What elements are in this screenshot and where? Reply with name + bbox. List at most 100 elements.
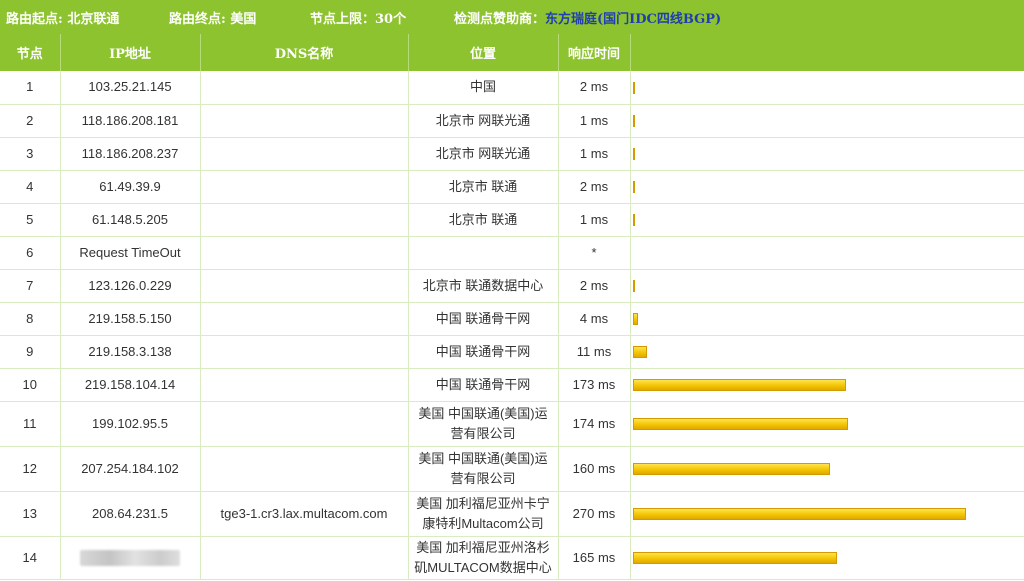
- col-header-ip: IP地址: [60, 34, 201, 71]
- dns-cell: [200, 269, 409, 303]
- ip-cell: 199.102.95.5: [60, 401, 201, 447]
- response-time-cell: 1 ms: [558, 203, 631, 237]
- table-body: 1 103.25.21.145 中国 2 ms 2 118.186.208.181 北京市 …: [0, 71, 1024, 580]
- latency-bar: [632, 379, 846, 392]
- sponsor-detail-link[interactable]: (国门IDC四线BGP): [597, 12, 721, 27]
- table-row: 1 103.25.21.145 中国 2 ms: [0, 71, 1024, 105]
- node-cell: 4: [0, 170, 61, 204]
- location-cell: [408, 236, 559, 270]
- route-start: 路由起点: 北京联通: [6, 11, 120, 27]
- location-cell: 中国: [408, 71, 559, 105]
- response-time-cell: 2 ms: [558, 170, 631, 204]
- ip-cell: 207.254.184.102: [60, 446, 201, 492]
- latency-bar-cell: [630, 446, 1024, 492]
- latency-bar: [632, 214, 635, 227]
- location-cell: 北京市 网联光通: [408, 137, 559, 171]
- table-row: 6 Request TimeOut *: [0, 236, 1024, 270]
- location-cell: 北京市 网联光通: [408, 104, 559, 138]
- response-time-cell: 2 ms: [558, 269, 631, 303]
- dns-cell: [200, 446, 409, 492]
- ip-cell: [60, 536, 201, 580]
- node-cell: 7: [0, 269, 61, 303]
- dns-cell: [200, 368, 409, 402]
- ip-cell: 61.148.5.205: [60, 203, 201, 237]
- dns-cell: [200, 104, 409, 138]
- col-header-response-time: 响应时间: [558, 34, 631, 71]
- node-cell: 14: [0, 536, 61, 580]
- route-summary-bar: 路由起点: 北京联通 路由终点: 美国 节点上限：30个 检测点赞助商：东方瑞庭…: [0, 0, 1024, 34]
- latency-bar-cell: [630, 302, 1024, 336]
- location-cell: 北京市 联通: [408, 170, 559, 204]
- dns-cell: [200, 170, 409, 204]
- ip-cell: Request TimeOut: [60, 236, 201, 270]
- response-time-cell: 160 ms: [558, 446, 631, 492]
- dns-cell: [200, 401, 409, 447]
- table-row: 8 219.158.5.150 中国 联通骨干网 4 ms: [0, 302, 1024, 336]
- col-header-dns: DNS名称: [200, 34, 409, 71]
- response-time-cell: 174 ms: [558, 401, 631, 447]
- location-cell: 美国 加利福尼亚州卡宁康特利Multacom公司: [408, 491, 559, 537]
- latency-bar: [632, 552, 837, 565]
- latency-bar: [632, 346, 647, 359]
- latency-bar: [632, 81, 635, 94]
- table-row: 13 208.64.231.5 tge3-1.cr3.lax.multacom.co…: [0, 491, 1024, 537]
- table-row: 5 61.148.5.205 北京市 联通 1 ms: [0, 203, 1024, 237]
- redacted-ip: [80, 550, 180, 567]
- latency-bar-cell: [630, 368, 1024, 402]
- latency-bar-cell: [630, 203, 1024, 237]
- node-cell: 5: [0, 203, 61, 237]
- node-cell: 9: [0, 335, 61, 369]
- dns-cell: [200, 203, 409, 237]
- latency-bar-cell: [630, 104, 1024, 138]
- latency-bar: [632, 280, 635, 293]
- table-row: 3 118.186.208.237 北京市 网联光通 1 ms: [0, 137, 1024, 171]
- ip-cell: 61.49.39.9: [60, 170, 201, 204]
- latency-bar: [632, 148, 635, 161]
- node-cell: 2: [0, 104, 61, 138]
- latency-bar-cell: [630, 335, 1024, 369]
- table-row: 14 美国 加利福尼亚州洛杉矶MULTACOM数据中心 165 ms: [0, 536, 1024, 580]
- node-cell: 3: [0, 137, 61, 171]
- ip-cell: 123.126.0.229: [60, 269, 201, 303]
- node-cell: 11: [0, 401, 61, 447]
- node-limit: 节点上限：30个: [310, 11, 407, 27]
- col-header-node: 节点: [0, 34, 61, 71]
- node-cell: 1: [0, 71, 61, 105]
- node-cell: 8: [0, 302, 61, 336]
- latency-bar-cell: [630, 269, 1024, 303]
- ip-cell: 219.158.5.150: [60, 302, 201, 336]
- ip-cell: 219.158.104.14: [60, 368, 201, 402]
- sponsor-label: 检测点赞助商：: [454, 11, 546, 27]
- route-end: 路由终点: 美国: [169, 11, 257, 27]
- latency-bar-cell: [630, 401, 1024, 447]
- table-row: 7 123.126.0.229 北京市 联通数据中心 2 ms: [0, 269, 1024, 303]
- sponsor-link[interactable]: 东方瑞庭: [545, 12, 597, 27]
- table-row: 4 61.49.39.9 北京市 联通 2 ms: [0, 170, 1024, 204]
- latency-bar: [632, 463, 830, 476]
- location-cell: 中国 联通骨干网: [408, 335, 559, 369]
- response-time-cell: 1 ms: [558, 104, 631, 138]
- node-cell: 10: [0, 368, 61, 402]
- table-row: 9 219.158.3.138 中国 联通骨干网 11 ms: [0, 335, 1024, 369]
- ip-cell: 208.64.231.5: [60, 491, 201, 537]
- node-cell: 12: [0, 446, 61, 492]
- location-cell: 美国 加利福尼亚州洛杉矶MULTACOM数据中心: [408, 536, 559, 580]
- response-time-cell: 270 ms: [558, 491, 631, 537]
- latency-bar-cell: [630, 170, 1024, 204]
- location-cell: 中国 联通骨干网: [408, 368, 559, 402]
- dns-cell: [200, 335, 409, 369]
- dns-cell: [200, 71, 409, 105]
- latency-bar-cell: [630, 71, 1024, 105]
- location-cell: 美国 中国联通(美国)运营有限公司: [408, 401, 559, 447]
- table-row: 11 199.102.95.5 美国 中国联通(美国)运营有限公司 174 ms: [0, 401, 1024, 447]
- latency-bar-cell: [630, 137, 1024, 171]
- dns-cell: [200, 236, 409, 270]
- location-cell: 美国 中国联通(美国)运营有限公司: [408, 446, 559, 492]
- ip-cell: 118.186.208.237: [60, 137, 201, 171]
- response-time-cell: 4 ms: [558, 302, 631, 336]
- response-time-cell: 1 ms: [558, 137, 631, 171]
- table-header-row: 节点 IP地址 DNS名称 位置 响应时间: [0, 34, 1024, 71]
- table-row: 12 207.254.184.102 美国 中国联通(美国)运营有限公司 160 ms: [0, 446, 1024, 492]
- latency-bar-cell: [630, 536, 1024, 580]
- sponsor-info: 检测点赞助商：东方瑞庭(国门IDC四线BGP): [454, 8, 721, 27]
